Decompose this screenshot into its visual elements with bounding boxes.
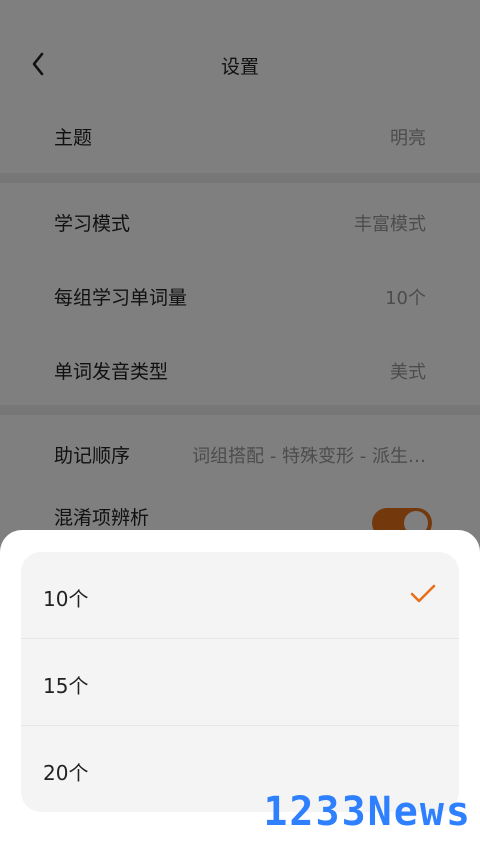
option-label: 15个 xyxy=(43,674,89,698)
options-list: 10个 15个 20个 xyxy=(21,552,459,812)
option-15[interactable]: 15个 xyxy=(21,639,459,726)
option-label: 10个 xyxy=(43,587,89,611)
checkmark-icon xyxy=(410,584,436,603)
option-10[interactable]: 10个 xyxy=(21,552,459,639)
settings-screen: 设置 主题 明亮 学习模式 丰富模式 每组学习单词量 10个 单词发音类型 美式… xyxy=(0,0,480,853)
watermark: 1233News xyxy=(263,789,472,835)
option-label: 20个 xyxy=(43,761,89,785)
